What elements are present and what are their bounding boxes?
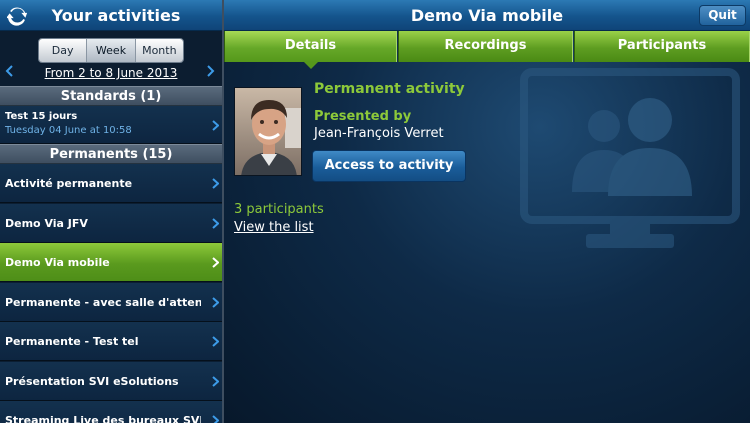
presenter-photo	[234, 87, 302, 176]
sidebar: Your activities Day Week Month From 2 to…	[0, 0, 222, 423]
permanent-activity-item[interactable]: Permanente - avec salle d'attente (...	[0, 283, 222, 322]
view-mode-week[interactable]: Week	[87, 39, 136, 62]
permanent-activity-item[interactable]: Permanente - Test tel	[0, 322, 222, 361]
tab-bar: Details Recordings Participants	[224, 31, 750, 62]
participants-count: 3 participants	[234, 202, 324, 217]
permanent-activity-item[interactable]: Présentation SVI eSolutions	[0, 362, 222, 401]
chevron-right-icon	[212, 336, 219, 347]
permanent-activity-label: Présentation SVI eSolutions	[5, 375, 179, 388]
chevron-right-icon	[212, 218, 219, 229]
permanent-activity-item[interactable]: Demo Via JFV	[0, 204, 222, 243]
standards-section-header: Standards (1)	[0, 86, 222, 106]
chevron-right-icon	[212, 297, 219, 308]
tab-details[interactable]: Details	[224, 31, 397, 62]
permanent-activity-label: Permanente - Test tel	[5, 335, 139, 348]
tab-participants[interactable]: Participants	[574, 31, 750, 62]
presenter-name: Jean-François Verret	[314, 126, 444, 141]
chevron-right-icon	[212, 376, 219, 387]
permanent-activity-label: Activité permanente	[5, 177, 133, 190]
conference-monitor-icon	[520, 68, 740, 248]
previous-period-icon[interactable]	[5, 65, 15, 77]
presented-by-label: Presented by	[314, 109, 412, 124]
period-selector: Day Week Month From 2 to 8 June 2013	[0, 31, 222, 86]
chevron-right-icon	[212, 120, 219, 131]
permanent-activity-label: Permanente - avec salle d'attente (...	[5, 296, 201, 309]
quit-button[interactable]: Quit	[699, 5, 746, 26]
detail-panel: Demo Via mobile Quit Details Recordings …	[224, 0, 750, 423]
activity-type-label: Permanent activity	[314, 81, 465, 97]
permanent-activity-label: Streaming Live des bureaux SVIeSol...	[5, 414, 201, 423]
tab-recordings[interactable]: Recordings	[398, 31, 573, 62]
presenter-avatar	[235, 88, 301, 175]
permanent-activity-item[interactable]: Activité permanente	[0, 164, 222, 203]
activity-title: Demo Via mobile	[410, 6, 564, 25]
chevron-right-icon	[212, 257, 219, 268]
permanent-activity-item-selected[interactable]: Demo Via mobile	[0, 243, 222, 282]
access-activity-button[interactable]: Access to activity	[312, 150, 466, 182]
permanent-activity-item[interactable]: Streaming Live des bureaux SVIeSol...	[0, 401, 222, 423]
view-list-link[interactable]: View the list	[234, 220, 314, 235]
app-window: Your activities Day Week Month From 2 to…	[0, 0, 750, 423]
view-mode-segment: Day Week Month	[38, 38, 184, 63]
chevron-right-icon	[212, 178, 219, 189]
active-tab-pointer	[303, 61, 319, 69]
standard-activity-item[interactable]: Test 15 jours Tuesday 04 June at 10:58	[0, 106, 222, 144]
view-mode-month[interactable]: Month	[135, 39, 183, 62]
permanent-activity-label: Demo Via mobile	[5, 256, 110, 269]
view-mode-day[interactable]: Day	[39, 39, 88, 62]
sidebar-header: Your activities	[0, 0, 222, 31]
detail-header: Demo Via mobile Quit	[224, 0, 750, 31]
chevron-right-icon	[212, 415, 219, 423]
standard-activity-date: Tuesday 04 June at 10:58	[5, 125, 132, 136]
next-period-icon[interactable]	[205, 65, 215, 77]
standard-activity-title: Test 15 jours	[5, 111, 78, 122]
permanents-section-header: Permanents (15)	[0, 144, 222, 164]
sidebar-title: Your activities	[51, 6, 181, 25]
permanent-activity-label: Demo Via JFV	[5, 217, 88, 230]
period-label[interactable]: From 2 to 8 June 2013	[28, 66, 194, 80]
